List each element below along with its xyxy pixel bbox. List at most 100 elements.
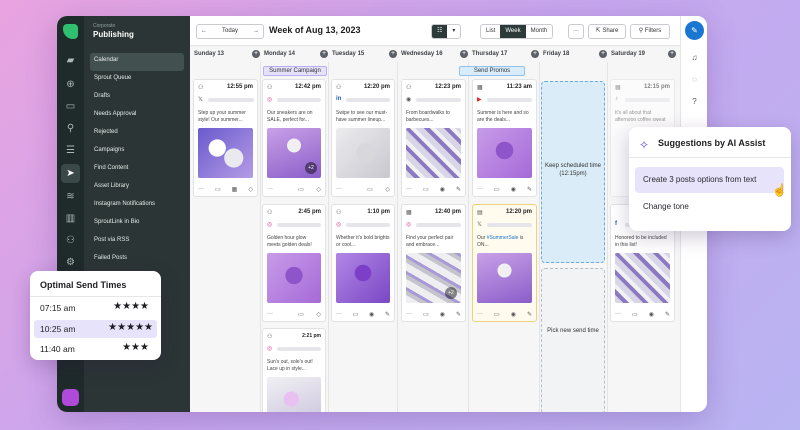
post-card-sunday-1[interactable]: ⚇ 12:55 pm 𝕏 Step up your summer style! … <box>193 79 258 197</box>
comment-icon[interactable]: ▭ <box>353 311 359 318</box>
post-card-wednesday-2[interactable]: ▦ 12:40 pm ◎ Find your perfect pair and … <box>401 204 466 322</box>
sidebar-item-drafts[interactable]: Drafts <box>90 89 184 107</box>
eye-icon[interactable]: ◉ <box>511 186 516 193</box>
more-icon[interactable]: ··· <box>406 311 412 318</box>
campaign-banner-promos[interactable]: Send Promos <box>459 66 525 76</box>
add-post-thursday-icon[interactable]: + <box>531 50 539 58</box>
sidebar-item-failed-posts[interactable]: Failed Posts <box>90 251 184 269</box>
comment-icon[interactable]: ▭ <box>423 311 429 318</box>
edit-icon[interactable]: ✎ <box>385 311 390 318</box>
user-avatar[interactable] <box>62 389 79 406</box>
keep-time-drop-zone[interactable]: Keep scheduled time (12:15pm) <box>541 81 605 263</box>
help-icon[interactable]: ? <box>689 96 700 107</box>
post-card-thursday-2[interactable]: ▤ 12:20 pm 𝕏 Our #SummerSale is ON... ··… <box>472 204 537 322</box>
tag-icon[interactable]: ◇ <box>248 186 253 193</box>
compose-icon[interactable]: ✎ <box>685 21 704 40</box>
comment-icon[interactable]: ▭ <box>298 186 304 193</box>
sidebar-item-asset-library[interactable]: Asset Library <box>90 179 184 197</box>
eye-icon[interactable]: ◉ <box>369 311 374 318</box>
sidebar-item-sproutlink[interactable]: SproutLink in Bio <box>90 215 184 233</box>
send-time-row[interactable]: 07:15 am ★★★★ <box>34 299 157 317</box>
more-icon[interactable]: ··· <box>336 311 342 318</box>
campaign-banner-summer[interactable]: Summer Campaign <box>263 66 327 76</box>
send-time-row-highlighted[interactable]: 10:25 am ★★★★★ <box>34 320 157 338</box>
eye-icon[interactable]: ◉ <box>440 186 445 193</box>
view-dropdown-icon[interactable]: ▾ <box>447 25 460 38</box>
post-card-tuesday-1[interactable]: ⚇ 12:20 pm in Swipe to see our must-have… <box>331 79 395 197</box>
add-post-wednesday-icon[interactable]: + <box>460 50 468 58</box>
edit-icon[interactable]: ✎ <box>527 186 532 193</box>
hashtag-link[interactable]: #SummerSale <box>487 235 519 241</box>
post-card-wednesday-1[interactable]: ⚇ 12:23 pm ◉ From boardwalks to barbecue… <box>401 79 466 197</box>
tasks-icon[interactable]: ☰ <box>64 144 77 157</box>
add-post-saturday-icon[interactable]: + <box>668 50 676 58</box>
filters-button[interactable]: ⚲ Filters <box>630 24 670 39</box>
comment-icon[interactable]: ▭ <box>298 311 304 318</box>
ai-option-create-posts[interactable]: Create 3 posts options from text <box>635 167 784 193</box>
next-week-icon[interactable]: → <box>253 25 259 38</box>
pick-time-drop-zone[interactable]: Pick new send time <box>541 268 605 412</box>
more-icon[interactable]: ··· <box>615 311 621 318</box>
people-icon[interactable]: ⚇ <box>64 234 77 247</box>
add-post-sunday-icon[interactable]: + <box>252 50 260 58</box>
edit-icon[interactable]: ✎ <box>456 311 461 318</box>
add-post-friday-icon[interactable]: + <box>599 50 607 58</box>
post-card-monday-3[interactable]: ⚇ 2:21 pm ◎ Sun's out, sole's out! Lace … <box>262 328 326 412</box>
comment-icon[interactable]: ▭ <box>494 311 500 318</box>
publishing-icon[interactable]: ➤ <box>61 164 80 183</box>
tag-icon[interactable]: ◇ <box>385 186 390 193</box>
sidebar-item-find-content[interactable]: Find Content <box>90 161 184 179</box>
inbox-icon[interactable]: ▭ <box>64 100 77 113</box>
more-icon[interactable]: ··· <box>198 186 204 193</box>
calendar-icon[interactable]: ▦ <box>232 186 238 193</box>
add-post-monday-icon[interactable]: + <box>320 50 328 58</box>
share-button[interactable]: ⇱ Share <box>588 24 626 39</box>
tab-list[interactable]: List <box>481 25 500 38</box>
reports-icon[interactable]: ▥ <box>64 212 77 225</box>
post-card-tuesday-2[interactable]: ⚇ 1:10 pm ◎ Whether it's bold brights or… <box>331 204 395 322</box>
more-icon[interactable]: ··· <box>267 186 273 193</box>
send-time-row[interactable]: 11:40 am ★★★ <box>34 341 157 359</box>
comment-icon[interactable]: ▭ <box>367 186 373 193</box>
more-icon[interactable]: ··· <box>336 186 342 193</box>
messages-icon[interactable]: ◌ <box>689 74 700 85</box>
more-button[interactable]: ··· <box>568 24 584 39</box>
listening-icon[interactable]: ≋ <box>64 190 77 203</box>
eye-icon[interactable]: ◉ <box>440 311 445 318</box>
sidebar-item-campaigns[interactable]: Campaigns <box>90 143 184 161</box>
more-icon[interactable]: ··· <box>477 311 483 318</box>
post-card-monday-1[interactable]: ⚇ 12:42 pm ◎ Our sneakers are on SALE, p… <box>262 79 326 197</box>
folder-icon[interactable]: ▰ <box>64 54 77 67</box>
more-icon[interactable]: ··· <box>406 186 412 193</box>
post-card-monday-2[interactable]: ⚇ 2:45 pm ◎ Golden hour glow meets golde… <box>262 204 326 322</box>
comment-icon[interactable]: ▭ <box>215 186 221 193</box>
more-icon[interactable]: ··· <box>477 186 483 193</box>
pin-icon[interactable]: ⚲ <box>64 122 77 135</box>
edit-icon[interactable]: ✎ <box>527 311 532 318</box>
plus-circle-icon[interactable]: ⊕ <box>64 78 77 91</box>
post-card-thursday-1[interactable]: ▦ 11:23 am ▶ Summer is here and so are t… <box>472 79 537 197</box>
prev-week-icon[interactable]: ← <box>201 25 207 38</box>
today-button[interactable]: Today <box>222 28 238 34</box>
sidebar-item-sprout-queue[interactable]: Sprout Queue <box>90 71 184 89</box>
sidebar-item-post-via-rss[interactable]: Post via RSS <box>90 233 184 251</box>
eye-icon[interactable]: ◉ <box>649 311 654 318</box>
tag-icon[interactable]: ◇ <box>316 311 321 318</box>
notifications-icon[interactable]: ♫ <box>689 52 700 63</box>
grid-view-icon[interactable]: ☷ <box>432 25 448 38</box>
add-post-tuesday-icon[interactable]: + <box>389 50 397 58</box>
ai-option-change-tone[interactable]: Change tone <box>643 202 689 211</box>
tab-week[interactable]: Week <box>500 25 526 38</box>
tab-month[interactable]: Month <box>526 25 553 38</box>
comment-icon[interactable]: ▭ <box>423 186 429 193</box>
settings-icon[interactable]: ⚙ <box>64 256 77 269</box>
sidebar-item-rejected[interactable]: Rejected <box>90 125 184 143</box>
sidebar-item-instagram-notifications[interactable]: Instagram Notifications <box>90 197 184 215</box>
edit-icon[interactable]: ✎ <box>665 311 670 318</box>
more-icon[interactable]: ··· <box>267 311 273 318</box>
comment-icon[interactable]: ▭ <box>494 186 500 193</box>
sidebar-item-needs-approval[interactable]: Needs Approval <box>90 107 184 125</box>
sidebar-item-calendar[interactable]: Calendar <box>90 53 184 71</box>
eye-icon[interactable]: ◉ <box>511 311 516 318</box>
tag-icon[interactable]: ◇ <box>316 186 321 193</box>
